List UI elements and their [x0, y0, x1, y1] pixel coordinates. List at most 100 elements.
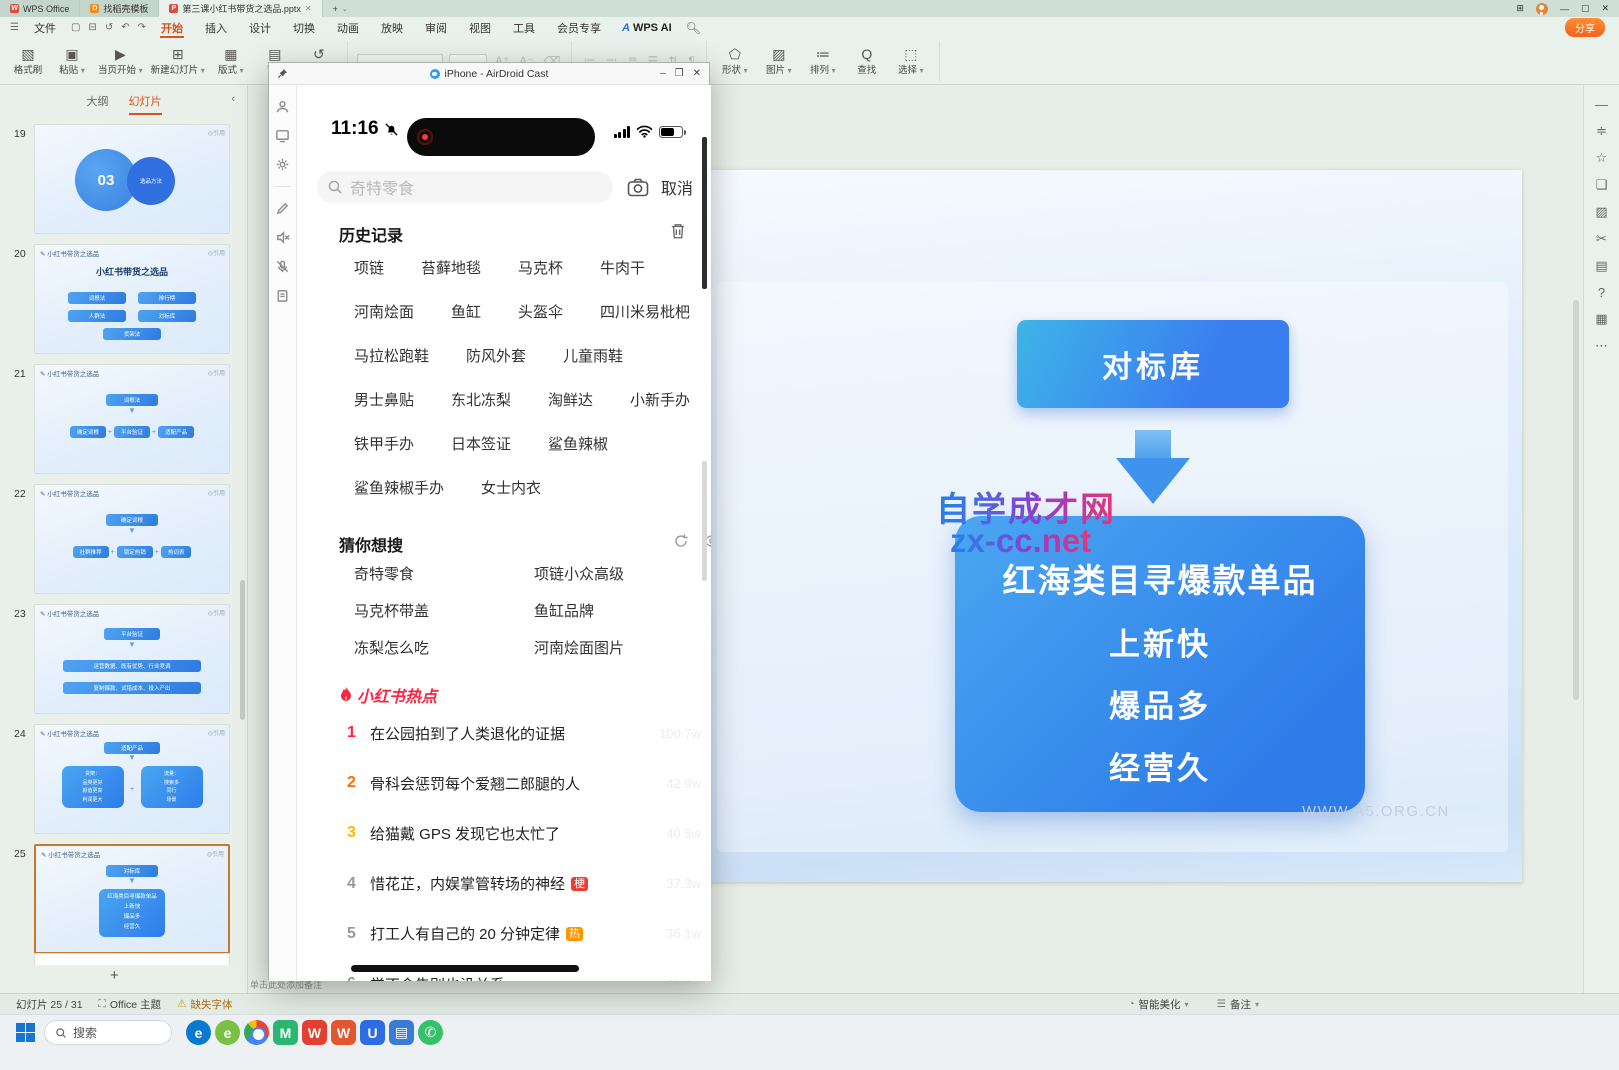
hot-topic-item[interactable]: 3 给猫戴 GPS 发现它也太忙了 40.5w	[347, 821, 701, 845]
slide-thumbnail-21[interactable]: ✎ 小红书带货之选品◎引用词根法 ▼ 确定词根+平台验证+适配产品	[34, 364, 230, 474]
ribbon-button[interactable]: ▦版式 ▾	[209, 46, 253, 76]
taskbar-app-wps-writer-w[interactable]: W	[331, 1020, 356, 1045]
history-chip[interactable]: 头盔伞	[518, 301, 563, 322]
beautify-button[interactable]: ◔智能美化▾	[1128, 997, 1188, 1012]
mic-mute-icon[interactable]	[275, 259, 290, 274]
tab-slides[interactable]: 幻灯片	[129, 93, 162, 115]
history-chip[interactable]: 四川米易枇杷	[600, 301, 690, 322]
theme-indicator[interactable]: ⛶Office 主题	[99, 997, 162, 1012]
clipboard-icon[interactable]	[275, 288, 290, 303]
slide-thumbnail-partial[interactable]	[34, 953, 230, 965]
hot-topic-item[interactable]: 2 骨科会惩罚每个爱翘二郎腿的人 42.9w	[347, 771, 701, 795]
phone-window-titlebar[interactable]: iPhone - AirDroid Cast – ❐ ✕	[269, 63, 709, 85]
phone-minimize-button[interactable]: –	[660, 68, 666, 79]
taskbar-app-browser-green-e[interactable]: e	[215, 1020, 240, 1045]
phone-scrollbar[interactable]	[702, 137, 707, 289]
add-slide-button[interactable]: +	[110, 967, 119, 984]
history-chip[interactable]: 牛肉干	[600, 257, 645, 278]
screen-mirror-icon[interactable]	[275, 128, 290, 143]
taskbar-app-edge[interactable]: e	[186, 1020, 211, 1045]
ribbon-button[interactable]: ▶当页开始 ▾	[94, 46, 147, 76]
trash-icon[interactable]	[669, 222, 687, 240]
history-chip[interactable]: 日本签证	[451, 433, 511, 454]
hamburger-icon[interactable]: ☰	[6, 22, 23, 33]
calendar-icon[interactable]: ▦	[1592, 311, 1612, 327]
help-icon[interactable]: ?	[1592, 285, 1612, 300]
pin-icon[interactable]	[277, 68, 288, 79]
taskbar-app-wps-w[interactable]: W	[302, 1020, 327, 1045]
settings-gear-icon[interactable]	[275, 157, 290, 172]
history-chip[interactable]: 儿童雨鞋	[563, 345, 623, 366]
slide-thumbnail-22[interactable]: ✎ 小红书带货之选品◎引用确定词根 ▼ 社群推荐+锁定热销+热词表	[34, 484, 230, 594]
panel-scrollbar[interactable]	[240, 580, 245, 720]
slide-thumbnail-24[interactable]: ✎ 小红书带货之选品◎引用适配产品 ▼ 货架：品类更好颜值更高利润更大 + 流量…	[34, 724, 230, 834]
ribbon-button[interactable]: ▧格式刷	[6, 46, 50, 76]
slide-main-box[interactable]: 红海类目寻爆款单品 上新快 爆品多 经营久	[955, 516, 1365, 812]
taskbar-search[interactable]: 搜索	[44, 1020, 172, 1045]
tab-outline[interactable]: 大纲	[87, 93, 109, 113]
history-chip[interactable]: 淘鲜达	[548, 389, 593, 410]
guess-item[interactable]: 项链小众高级	[534, 563, 624, 584]
menu-item-6[interactable]: 放映	[370, 17, 414, 38]
search-input[interactable]: 奇特零食	[317, 171, 613, 203]
slide-top-box[interactable]: 对标库	[1017, 320, 1289, 408]
slide-thumbnail-23[interactable]: ✎ 小红书带货之选品◎引用平台验证 ▼ 运营数据、既有优势、行业竞调 复制爆款、…	[34, 604, 230, 714]
more-icon[interactable]: ⋯	[1592, 338, 1612, 354]
guess-item[interactable]: 河南烩面图片	[534, 637, 624, 658]
tab-close-icon[interactable]: ✕	[305, 4, 312, 13]
wps-ai-button[interactable]: A WPS AI	[612, 22, 682, 34]
menu-item-7[interactable]: 审阅	[414, 17, 458, 38]
close-button[interactable]: ✕	[1601, 3, 1609, 14]
history-chip[interactable]: 防风外套	[466, 345, 526, 366]
share-button[interactable]: 分享	[1565, 18, 1605, 37]
animation-icon[interactable]: ▨	[1592, 204, 1612, 220]
ribbon-button[interactable]: ⬚选择 ▾	[889, 46, 933, 76]
canvas-scrollbar[interactable]	[1572, 85, 1580, 993]
guess-item[interactable]: 冻梨怎么吃	[354, 637, 429, 658]
hot-topic-item[interactable]: 5 打工人有自己的 20 分钟定律 热 36.1w	[347, 922, 701, 946]
ribbon-button[interactable]: ▣粘贴 ▾	[50, 46, 94, 76]
maximize-button[interactable]: ▢	[1581, 3, 1590, 14]
phone-close-button[interactable]: ✕	[693, 68, 701, 79]
refresh-icon[interactable]	[673, 533, 689, 549]
ribbon-button[interactable]: ≔排列 ▾	[801, 46, 845, 76]
ribbon-button[interactable]: ⊞新建幻灯片 ▾	[147, 46, 209, 76]
camera-icon[interactable]	[627, 178, 649, 197]
apps-grid-icon[interactable]: ⊞	[1516, 3, 1524, 14]
taskbar-app-tablet-app[interactable]: ▤	[389, 1020, 414, 1045]
avatar[interactable]	[1536, 3, 1548, 15]
guess-item[interactable]: 奇特零食	[354, 563, 414, 584]
notes-button[interactable]: ☰备注▾	[1217, 997, 1259, 1012]
app-tab[interactable]: W WPS Office	[0, 0, 80, 17]
history-chip[interactable]: 项链	[354, 257, 384, 278]
hot-topic-item[interactable]: 1 在公园拍到了人类退化的证据 100.7w	[347, 721, 701, 745]
history-chip[interactable]: 马拉松跑鞋	[354, 345, 429, 366]
phone-maximize-button[interactable]: ❐	[675, 68, 684, 79]
history-chip[interactable]: 东北冻梨	[451, 389, 511, 410]
history-chip[interactable]: 鲨鱼辣椒手办	[354, 477, 444, 498]
hot-topic-item[interactable]: 4 惜花芷，内娱掌管转场的神经 梗 37.3w	[347, 872, 701, 896]
speaker-mute-icon[interactable]	[275, 230, 290, 245]
cancel-button[interactable]: 取消	[661, 175, 693, 199]
history-chip[interactable]: 小新手办	[630, 389, 690, 410]
layout-icon[interactable]: ▤	[1592, 258, 1612, 274]
panel-collapse-button[interactable]: ‹	[231, 93, 235, 105]
menu-item-9[interactable]: 工具	[502, 17, 546, 38]
start-button[interactable]	[16, 1023, 35, 1042]
history-chip[interactable]: 鱼缸	[451, 301, 481, 322]
undo-icon[interactable]: ↶	[117, 22, 133, 33]
menu-item-2[interactable]: 插入	[194, 17, 238, 38]
taskbar-app-notes-m[interactable]: M	[273, 1020, 298, 1045]
menu-item-1[interactable]: 开始	[150, 17, 194, 38]
save-icon[interactable]: ▢	[67, 22, 84, 33]
menu-item-8[interactable]: 视图	[458, 17, 502, 38]
missing-font-warning[interactable]: ⚠缺失字体	[177, 997, 232, 1012]
menu-item-3[interactable]: 设计	[238, 17, 282, 38]
taskbar-app-airdroid-phone[interactable]: ✆	[418, 1020, 443, 1045]
print-icon[interactable]: ⊟	[84, 22, 100, 33]
menu-item-5[interactable]: 动画	[326, 17, 370, 38]
guess-item[interactable]: 鱼缸品牌	[534, 600, 594, 621]
taskbar-app-chrome[interactable]	[244, 1020, 269, 1045]
app-tab[interactable]: D 找稻壳模板	[80, 0, 159, 17]
tools-icon[interactable]: ✂	[1592, 231, 1612, 247]
